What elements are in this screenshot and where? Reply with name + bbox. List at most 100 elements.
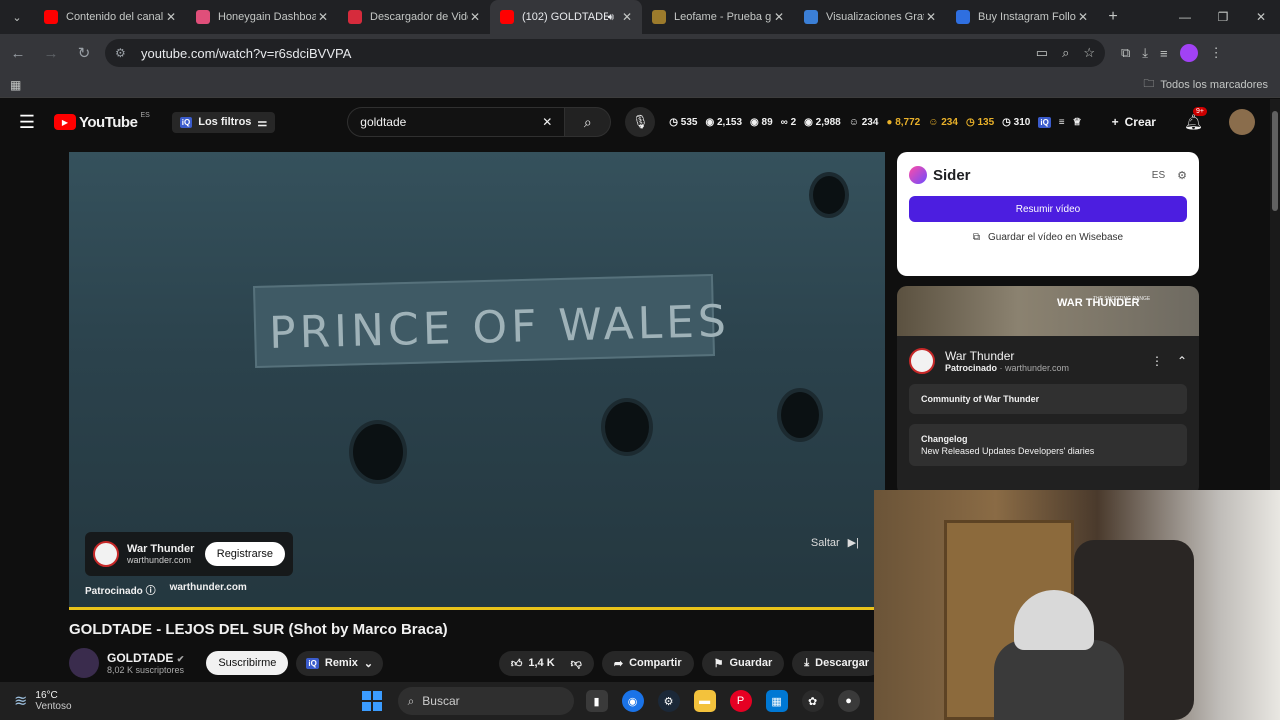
tab-7[interactable]: Buy Instagram Follo ✕ [946, 0, 1098, 34]
tab-5[interactable]: Leofame - Prueba gr ✕ [642, 0, 794, 34]
chrome-icon[interactable]: ◉ [621, 690, 644, 712]
close-tab-icon[interactable]: ✕ [316, 10, 330, 24]
reload-icon[interactable]: ↻ [69, 38, 99, 68]
channel-name[interactable]: GOLDTADE [107, 651, 173, 665]
ad-url[interactable]: warthunder.com [1005, 363, 1069, 373]
clear-search-icon[interactable]: ✕ [542, 115, 552, 129]
user-avatar[interactable] [1229, 109, 1256, 135]
close-tab-icon[interactable]: ✕ [468, 10, 482, 24]
wind-weather-icon: ≋ [14, 693, 28, 710]
weather-widget[interactable]: ≋ 16°C Ventoso [14, 690, 72, 712]
filters-button[interactable]: iQ Los filtros ⚌ [171, 111, 276, 133]
all-bookmarks-button[interactable]: 🗀︎ Todos los marcadores [1143, 75, 1268, 94]
close-window-icon[interactable]: ✕ [1242, 0, 1280, 34]
apps-grid-icon[interactable]: ▦ [10, 78, 21, 92]
advertiser-avatar[interactable] [93, 541, 119, 567]
tab-2[interactable]: Honeygain Dashboar ✕ [186, 0, 338, 34]
tab-4-active[interactable]: (102) GOLDTADE 🔊︎ ✕ [490, 0, 642, 34]
url-text[interactable]: youtube.com/watch?v=r6sdciBVVPA [141, 46, 1036, 61]
channel-avatar[interactable] [69, 648, 99, 678]
ad-link-changelog[interactable]: Changelog New Released Updates Developer… [909, 424, 1187, 466]
restore-icon[interactable]: ❐ [1204, 0, 1242, 34]
taskbar-search[interactable]: ⌕ Buscar [397, 687, 574, 715]
media-control-icon[interactable]: ≡ [1160, 46, 1168, 61]
language-selector[interactable]: ES [1152, 170, 1165, 181]
zoom-icon[interactable]: ⌕ [1062, 45, 1069, 61]
window-controls: — ❐ ✕ [1166, 0, 1280, 34]
tab-3[interactable]: Descargador de Vide ✕ [338, 0, 490, 34]
iq-extension-icon[interactable]: iQ [1038, 116, 1051, 128]
close-tab-icon[interactable]: ✕ [1076, 10, 1090, 24]
pinterest-icon[interactable]: P [729, 690, 752, 712]
sponsored-label: Patrocinado [85, 586, 143, 597]
register-button[interactable]: Registrarse [204, 542, 285, 566]
sponsored-url[interactable]: warthunder.com [170, 582, 247, 597]
ad-link-community[interactable]: Community of War Thunder [909, 384, 1187, 414]
download-icon[interactable]: ⤓ [1142, 45, 1148, 61]
youtube-logo[interactable]: ▶ YouTube ES [54, 112, 150, 131]
address-bar[interactable]: ⚙ youtube.com/watch?v=r6sdciBVVPA ▭ ⌕ ☆ [105, 39, 1105, 67]
video-player[interactable]: PRINCE OF WALES War Thunder warthunder.c… [69, 152, 885, 610]
save-button[interactable]: ⚑ Guardar [701, 650, 785, 676]
search-icon: ⌕ [583, 113, 592, 130]
tab-search-chevron-icon[interactable]: ⌄ [0, 0, 34, 34]
menu-dots-icon[interactable]: ⋮ [1210, 45, 1223, 61]
cast-icon[interactable]: ▭ [1036, 45, 1048, 61]
video-actions: 👍︎ 1,4 K 👎︎ ➦ Compartir ⚑ Guardar ⤓ Desc… [498, 650, 881, 676]
ad-avatar[interactable] [909, 348, 935, 374]
like-button[interactable]: 👍︎ 1,4 K 👎︎ [498, 650, 594, 676]
windows-start-icon[interactable] [361, 691, 382, 711]
close-tab-icon[interactable]: ✕ [620, 10, 634, 24]
tab-6[interactable]: Visualizaciones Grat ✕ [794, 0, 946, 34]
advertiser-name[interactable]: War Thunder [127, 543, 205, 555]
stat-user: ☺ 234 [848, 116, 879, 128]
search-input[interactable]: goldtade ✕ [347, 107, 566, 137]
microsoft-store-icon[interactable]: ▦ [765, 690, 788, 712]
close-tab-icon[interactable]: ✕ [924, 10, 938, 24]
site-info-icon[interactable]: ⚙ [115, 46, 133, 60]
notifications-bell-icon[interactable]: 🔔︎ 9+ [1184, 107, 1207, 131]
settings-gear-icon[interactable]: ⚙ [1177, 169, 1187, 182]
dislike-icon[interactable]: 👎︎ [571, 657, 582, 670]
search-query[interactable]: goldtade [360, 115, 542, 129]
steam-icon[interactable]: ⚙ [657, 690, 680, 712]
download-button[interactable]: ⤓ Descargar [792, 650, 881, 676]
profile-avatar-icon[interactable] [1179, 44, 1198, 62]
close-tab-icon[interactable]: ✕ [164, 10, 178, 24]
advertiser-url[interactable]: warthunder.com [127, 555, 205, 565]
close-tab-icon[interactable]: ✕ [772, 10, 786, 24]
bookmark-star-icon[interactable]: ☆ [1083, 45, 1095, 61]
scrollbar-thumb[interactable] [1272, 111, 1278, 211]
search-button[interactable]: ⌕ [565, 107, 612, 137]
voice-search-mic-icon[interactable]: 🎙︎ [625, 107, 656, 137]
subscribe-button[interactable]: Suscribirme [206, 651, 289, 675]
skip-ad-button[interactable]: Saltar ▶| [811, 536, 859, 550]
minimize-icon[interactable]: — [1166, 0, 1204, 34]
remix-button[interactable]: iQ Remix ⌄ [296, 650, 384, 676]
summarize-video-button[interactable]: Resumir vídeo [909, 196, 1187, 222]
ad-name[interactable]: War Thunder [945, 349, 1137, 363]
tab-1[interactable]: Contenido del canal ✕ [34, 0, 186, 34]
remix-label: Remix [324, 657, 358, 669]
app-with-notification-icon[interactable]: ● [837, 690, 860, 712]
save-wisebase-button[interactable]: ⧉ Guardar el vídeo en Wisebase [909, 232, 1187, 243]
more-options-icon[interactable]: ⋮ [1151, 354, 1163, 368]
info-icon[interactable]: ⓘ [146, 586, 156, 597]
back-arrow-icon[interactable]: ← [3, 38, 33, 68]
file-app-icon[interactable]: ▮ [585, 690, 608, 712]
new-tab-button[interactable]: + [1098, 8, 1128, 26]
audio-playing-icon[interactable]: 🔊︎ [608, 12, 614, 23]
ad-progress-bar[interactable] [69, 607, 885, 610]
file-explorer-icon[interactable]: ▬ [693, 690, 716, 712]
bookmark-icon: ⚑ [713, 657, 724, 670]
extension-settings-icon[interactable]: ≡ [1059, 117, 1065, 128]
ad-banner-image[interactable]: WAR THUNDER THE SHOOTING RANGE [897, 286, 1199, 336]
hamburger-menu-icon[interactable]: ☰ [0, 112, 54, 133]
share-button[interactable]: ➦ Compartir [601, 650, 694, 676]
collapse-chevron-icon[interactable]: ⌃ [1177, 354, 1187, 368]
forward-arrow-icon[interactable]: → [36, 38, 66, 68]
trophy-icon[interactable]: ♕ [1073, 117, 1082, 128]
extensions-icon[interactable]: ⧉ [1121, 45, 1130, 61]
create-button[interactable]: + Crear [1112, 115, 1156, 129]
chatgpt-icon[interactable]: ✿ [801, 690, 824, 712]
